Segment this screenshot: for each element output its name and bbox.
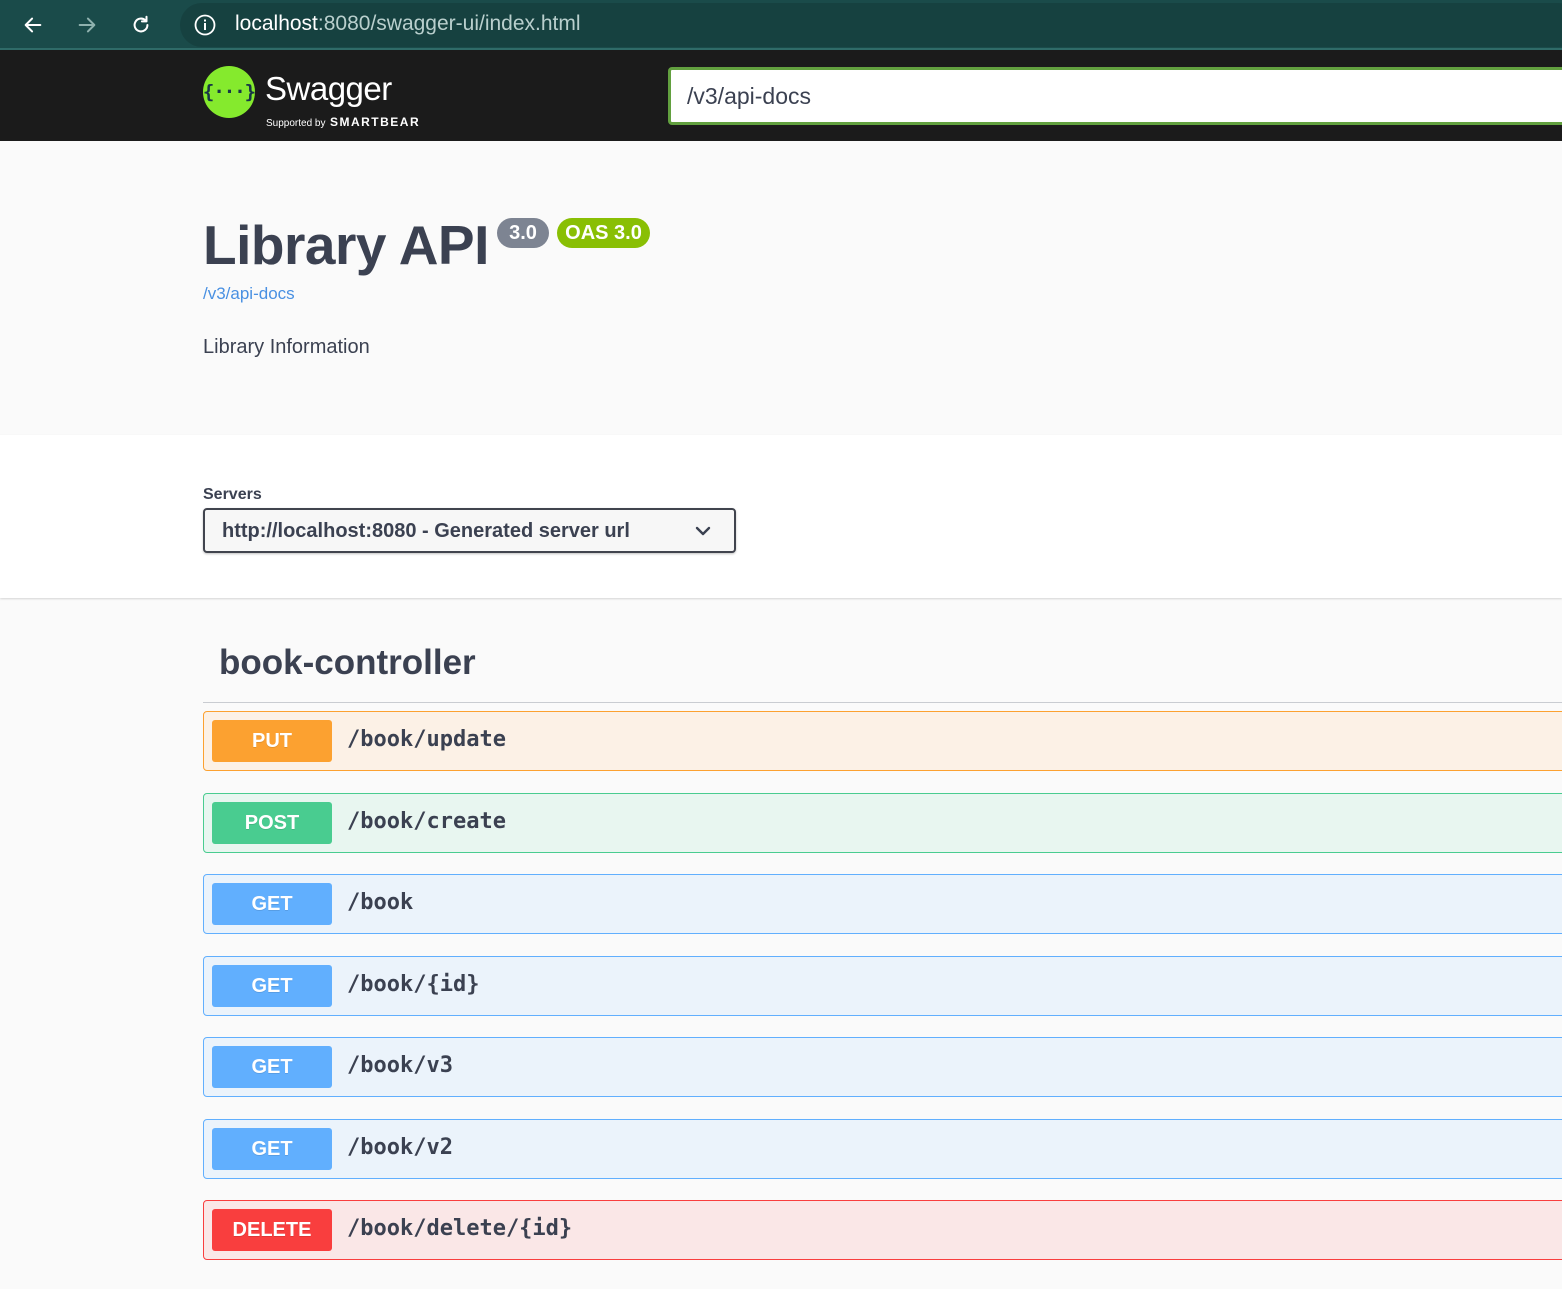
smartbear-brand: SMARTBEAR — [329, 115, 421, 129]
controller-tag[interactable]: book-controller — [219, 643, 476, 683]
spec-link[interactable]: /v3/api-docs — [203, 284, 295, 304]
url-path: :8080/swagger-ui/index.html — [317, 12, 581, 35]
forward-arrow-icon — [78, 17, 96, 33]
oas-badge: OAS 3.0 — [557, 218, 650, 248]
operation-path: /book/v3 — [347, 1053, 453, 1078]
method-badge: GET — [212, 883, 332, 925]
url-host: localhost — [235, 12, 318, 35]
supported-by-text: Supported by — [266, 118, 326, 129]
method-badge: DELETE — [212, 1209, 332, 1251]
operation-get-book-v2[interactable]: GET /book/v2 — [203, 1119, 1562, 1179]
operation-path: /book/v2 — [347, 1135, 453, 1160]
site-info-icon[interactable] — [193, 13, 217, 37]
operation-post-book-create[interactable]: POST /book/create — [203, 793, 1562, 853]
operation-delete-book-id[interactable]: DELETE /book/delete/{id} — [203, 1200, 1562, 1260]
method-badge: PUT — [212, 720, 332, 762]
spec-url-input[interactable] — [668, 67, 1562, 125]
operation-get-book-v3[interactable]: GET /book/v3 — [203, 1037, 1562, 1097]
servers-selected-value: http://localhost:8080 - Generated server… — [222, 520, 630, 542]
operation-path: /book/update — [347, 727, 506, 752]
api-description: Library Information — [203, 336, 370, 358]
method-badge: GET — [212, 965, 332, 1007]
operation-path: /book/delete/{id} — [347, 1216, 573, 1241]
servers-select[interactable]: http://localhost:8080 - Generated server… — [203, 508, 736, 553]
operation-put-book-update[interactable]: PUT /book/update — [203, 711, 1562, 771]
swagger-logo-text[interactable]: Swagger — [265, 70, 392, 108]
forward-button[interactable] — [71, 9, 103, 41]
version-badge: 3.0 — [497, 218, 549, 248]
reload-icon — [133, 15, 149, 33]
address-url[interactable]: localhost:8080/swagger-ui/index.html — [235, 12, 581, 36]
operation-get-book[interactable]: GET /book — [203, 874, 1562, 934]
back-button[interactable] — [17, 9, 49, 41]
swagger-logo-icon[interactable]: {···} — [203, 66, 256, 118]
operation-get-book-id[interactable]: GET /book/{id} — [203, 956, 1562, 1016]
operation-path: /book — [347, 890, 414, 915]
smartbear-tagline: Supported by SMARTBEAR — [266, 113, 420, 131]
back-arrow-icon — [24, 17, 42, 33]
operation-path: /book/{id} — [347, 972, 480, 997]
method-badge: GET — [212, 1046, 332, 1088]
operation-path: /book/create — [347, 809, 506, 834]
reload-button[interactable] — [125, 9, 157, 41]
servers-label: Servers — [203, 486, 262, 503]
method-badge: GET — [212, 1128, 332, 1170]
api-title: Library API — [203, 214, 489, 276]
method-badge: POST — [212, 802, 332, 844]
topbar-strip — [0, 50, 1562, 60]
tag-divider — [203, 702, 1562, 703]
chevron-down-icon — [695, 526, 711, 536]
